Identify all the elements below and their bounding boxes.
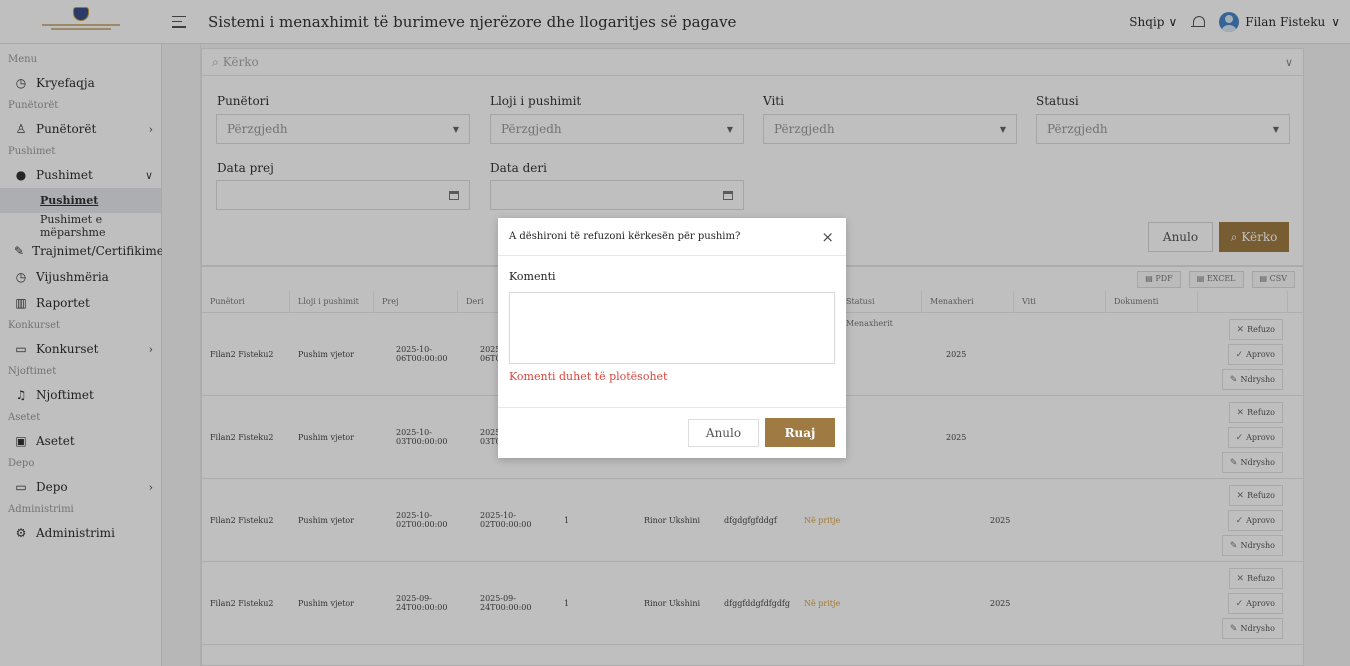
dialog-cancel-button[interactable]: Anulo bbox=[688, 419, 759, 447]
dialog-save-button[interactable]: Ruaj bbox=[765, 418, 835, 447]
dialog-title: A dëshironi të refuzoni kërkesën për pus… bbox=[509, 231, 741, 242]
close-icon[interactable]: × bbox=[821, 228, 834, 246]
dialog-header: A dëshironi të refuzoni kërkesën për pus… bbox=[498, 218, 846, 256]
dialog-footer: Anulo Ruaj bbox=[498, 407, 846, 458]
reject-dialog: A dëshironi të refuzoni kërkesën për pus… bbox=[498, 218, 846, 458]
comment-error-message: Komenti duhet të plotësohet bbox=[509, 370, 668, 383]
comment-textarea[interactable] bbox=[509, 292, 835, 364]
comment-label: Komenti bbox=[509, 270, 556, 283]
dialog-body: Komenti Komenti duhet të plotësohet bbox=[498, 256, 846, 383]
